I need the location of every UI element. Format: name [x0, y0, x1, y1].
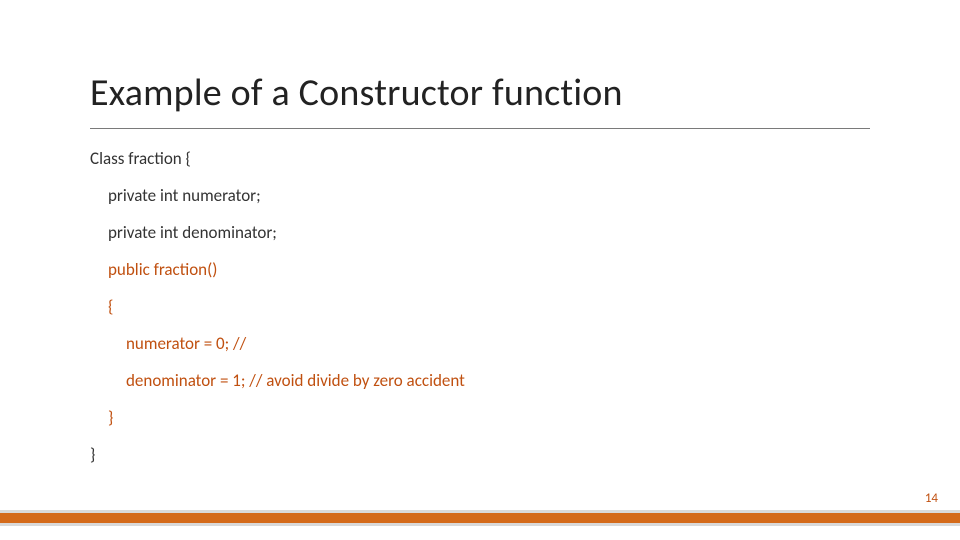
code-line: }: [90, 446, 870, 463]
title-underline: [90, 128, 870, 129]
code-line-constructor: public fraction(): [90, 261, 870, 278]
page-number: 14: [925, 491, 938, 506]
code-line: denominator = 1; // avoid divide by zero…: [90, 372, 870, 389]
code-line: private int denominator;: [90, 224, 870, 241]
slide-title: Example of a Constructor function: [90, 70, 623, 116]
code-line: numerator = 0; //: [90, 335, 870, 352]
code-line: private int numerator;: [90, 187, 870, 204]
slide: Example of a Constructor function Class …: [0, 0, 960, 540]
code-block: Class fraction { private int numerator; …: [90, 150, 870, 483]
footer-accent-bar: [0, 510, 960, 526]
code-line: Class fraction {: [90, 150, 870, 167]
code-line: {: [90, 298, 870, 315]
code-line: }: [90, 409, 870, 426]
footer-bar-bot: [0, 523, 960, 526]
footer-bar-mid: [0, 513, 960, 523]
